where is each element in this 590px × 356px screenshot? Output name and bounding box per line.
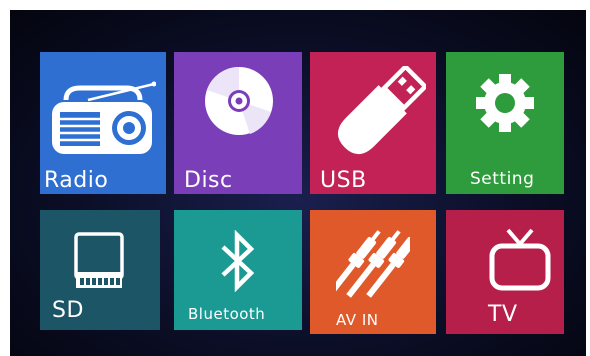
usb-label: USB: [320, 168, 367, 193]
gear-icon: [476, 74, 534, 132]
tv-icon: [489, 228, 551, 291]
tv-tile[interactable]: TV: [446, 210, 564, 334]
bluetooth-tile[interactable]: Bluetooth: [174, 210, 302, 330]
avin-label: AV IN: [336, 311, 379, 329]
radio-label: Radio: [44, 168, 109, 193]
usb-tile[interactable]: USB: [310, 52, 436, 194]
usb-icon: [337, 66, 426, 155]
disc-label: Disc: [184, 168, 233, 193]
disc-tile[interactable]: Disc: [174, 52, 302, 194]
avin-tile[interactable]: AV IN: [310, 210, 436, 334]
sd-tile[interactable]: SD: [40, 210, 160, 330]
disc-icon: [205, 67, 273, 135]
radio-icon: [52, 81, 156, 154]
setting-tile[interactable]: Setting: [446, 52, 564, 194]
home-screen: Radio Disc USB Setting SD Bluetooth AV I…: [10, 10, 586, 356]
sd-label: SD: [52, 298, 84, 323]
bluetooth-icon: [221, 230, 255, 292]
sd-card-icon: [74, 232, 124, 288]
bluetooth-label: Bluetooth: [188, 305, 266, 323]
av-cable-icon: [336, 230, 410, 298]
setting-label: Setting: [470, 169, 535, 189]
tv-label: TV: [488, 302, 518, 327]
radio-tile[interactable]: Radio: [40, 52, 166, 194]
